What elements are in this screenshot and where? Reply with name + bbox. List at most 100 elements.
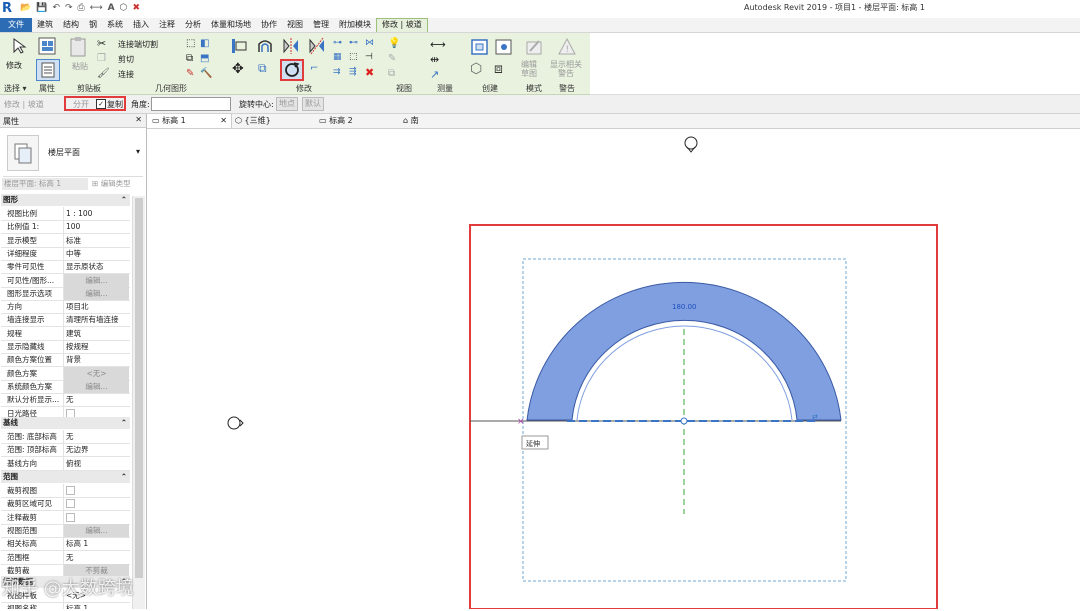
copy-icon[interactable]: ❐ [97,53,106,64]
property-value[interactable]: 建筑 [63,326,129,340]
delete-icon[interactable]: ✖ [365,66,374,79]
geometry-icon-3[interactable]: ⧉ [186,53,193,64]
revit-logo-icon[interactable]: R [2,1,16,16]
pin-icon[interactable]: ⊣ [365,52,373,62]
property-row[interactable]: 裁剪区域可见 [1,497,130,512]
property-row[interactable]: 比例值 1: 100 [1,220,130,235]
menu-annotate[interactable]: 注释 [154,18,180,32]
property-row[interactable]: 墙连接显示 清理所有墙连接 [1,313,130,328]
geometry-icon-2[interactable]: ◧ [200,38,209,49]
menu-architecture[interactable]: 建筑 [32,18,58,32]
close-hidden-icon[interactable]: ✖ [132,3,140,15]
property-row[interactable]: 裁剪视图 [1,484,130,498]
modify-cursor-icon[interactable] [10,37,28,55]
copy-checkbox[interactable]: ✓ [96,99,106,109]
trim-icon[interactable]: ⊷ [349,38,358,48]
property-value[interactable]: 无边界 [63,443,129,457]
3d-view-icon[interactable]: ⬡ [120,3,128,15]
checkbox[interactable] [66,486,75,495]
paint-icon[interactable]: 🔨 [200,68,212,79]
modify-tool-label[interactable]: 修改 [6,60,22,71]
scrollbar-thumb[interactable] [135,198,143,578]
property-row[interactable]: 相关标高 标高 1 [1,537,130,552]
property-row[interactable]: 范围框 无 [1,550,130,565]
rotate-center[interactable] [680,417,688,425]
elevation-marker-west[interactable] [227,416,244,430]
extend-single-icon[interactable]: ⇉ [333,67,341,77]
property-row[interactable]: 详细程度 中等 [1,246,130,261]
edit-sketch-icon[interactable] [524,37,544,57]
edit-type-button[interactable]: ⊞ 编辑类型 [92,178,131,190]
property-row[interactable]: 显示模型 标准 [1,233,130,248]
property-edit-button[interactable]: 编辑... [63,523,129,537]
measure-distance-icon[interactable]: ⟷ [430,38,446,51]
mirror-axis-icon[interactable] [282,37,300,55]
property-edit-button[interactable]: 编辑... [63,379,129,393]
menu-addins[interactable]: 附加模块 [334,18,376,32]
drawing-svg[interactable]: × 180.00 ⇄ 延伸 [147,129,1080,610]
disjoin-option[interactable]: 分开 [73,99,89,110]
property-edit-button[interactable]: <无> [63,366,129,380]
property-row[interactable]: 零件可见性 显示原状态 [1,260,130,275]
category-graphics[interactable]: 图形 ⌃ [1,194,130,206]
property-value[interactable]: 背景 [63,353,129,367]
property-value[interactable]: 按规程 [63,340,129,353]
default-button[interactable]: 默认 [302,97,324,111]
tab-level-1[interactable]: ▭ 标高 1 ✕ [147,114,232,128]
property-row[interactable]: 方向 项目北 [1,300,130,315]
property-value[interactable]: 无 [63,550,129,564]
match-type-icon[interactable]: 🖌 [97,68,110,79]
tab-3d[interactable]: ⬡ {三维} [235,114,271,128]
property-value[interactable] [63,497,129,511]
property-row[interactable]: 基线方向 俯视 [1,456,130,471]
property-row[interactable]: 颜色方案 <无> [1,366,130,381]
place-button[interactable]: 地点 [276,97,298,111]
print-icon[interactable]: ⎙ [78,3,85,15]
property-row[interactable]: 系统颜色方案 编辑... [1,379,130,394]
property-value[interactable]: 标高 1 [63,602,129,609]
align-icon[interactable] [230,37,248,55]
property-value[interactable]: 1 : 100 [63,207,129,220]
properties-close-icon[interactable]: ✕ [135,115,142,124]
geometry-icon-4[interactable]: ⬒ [200,53,209,64]
measure-line-icon[interactable]: ↗ [430,68,439,81]
show-related-warnings-label[interactable]: 显示相关 警告 [550,60,582,78]
group-select[interactable]: 选择 ▾ [4,83,27,94]
open-icon[interactable]: 📂 [20,3,31,15]
property-row[interactable]: 规程 建筑 [1,326,130,341]
extend-multiple-icon[interactable]: ⇶ [349,67,357,77]
cut-button[interactable]: 剪切 [118,54,134,65]
create-similar-icon[interactable]: ⧈ [494,61,503,77]
move-icon[interactable]: ✥ [232,61,244,77]
tab-close-icon[interactable]: ✕ [220,114,227,128]
cut-scissors-icon[interactable]: ✂ [97,37,106,50]
rotate-icon[interactable] [280,59,304,81]
chevron-down-icon[interactable]: ▾ [136,147,140,156]
paste-icon[interactable] [68,36,88,58]
property-value[interactable]: 无 [63,393,129,407]
checkbox[interactable] [66,512,75,522]
array-icon[interactable]: ▦ [333,52,342,62]
property-row[interactable]: 视图范围 编辑... [1,523,130,538]
property-value[interactable]: 俯视 [63,456,129,470]
join-cut-button[interactable]: 连接端切割 [118,39,158,50]
property-value[interactable] [63,484,129,497]
copy-option-label[interactable]: 复制 [107,99,123,110]
menu-collaborate[interactable]: 协作 [256,18,282,32]
property-value[interactable]: 中等 [63,246,129,260]
menu-insert[interactable]: 插入 [128,18,154,32]
property-row[interactable]: 默认分析显示... 无 [1,393,130,408]
property-edit-button[interactable]: 编辑... [63,273,129,287]
edit-sketch-label[interactable]: 编辑 草图 [521,60,537,78]
property-value[interactable]: 标准 [63,233,129,247]
property-row[interactable]: 范围: 底部标高无 [1,430,130,444]
measure-dimension-icon[interactable]: ⇹ [430,53,439,66]
paste-label[interactable]: 粘贴 [72,61,88,72]
geometry-icon-5[interactable]: ✎ [186,68,194,79]
property-value[interactable]: 100 [63,220,129,234]
drawing-canvas[interactable]: × 180.00 ⇄ 延伸 [147,129,1080,610]
property-value[interactable]: 标高 1 [63,537,129,551]
tab-level-2[interactable]: ▭ 标高 2 [319,114,353,128]
properties-palette-icon[interactable] [36,59,60,81]
menu-structure[interactable]: 结构 [58,18,84,32]
